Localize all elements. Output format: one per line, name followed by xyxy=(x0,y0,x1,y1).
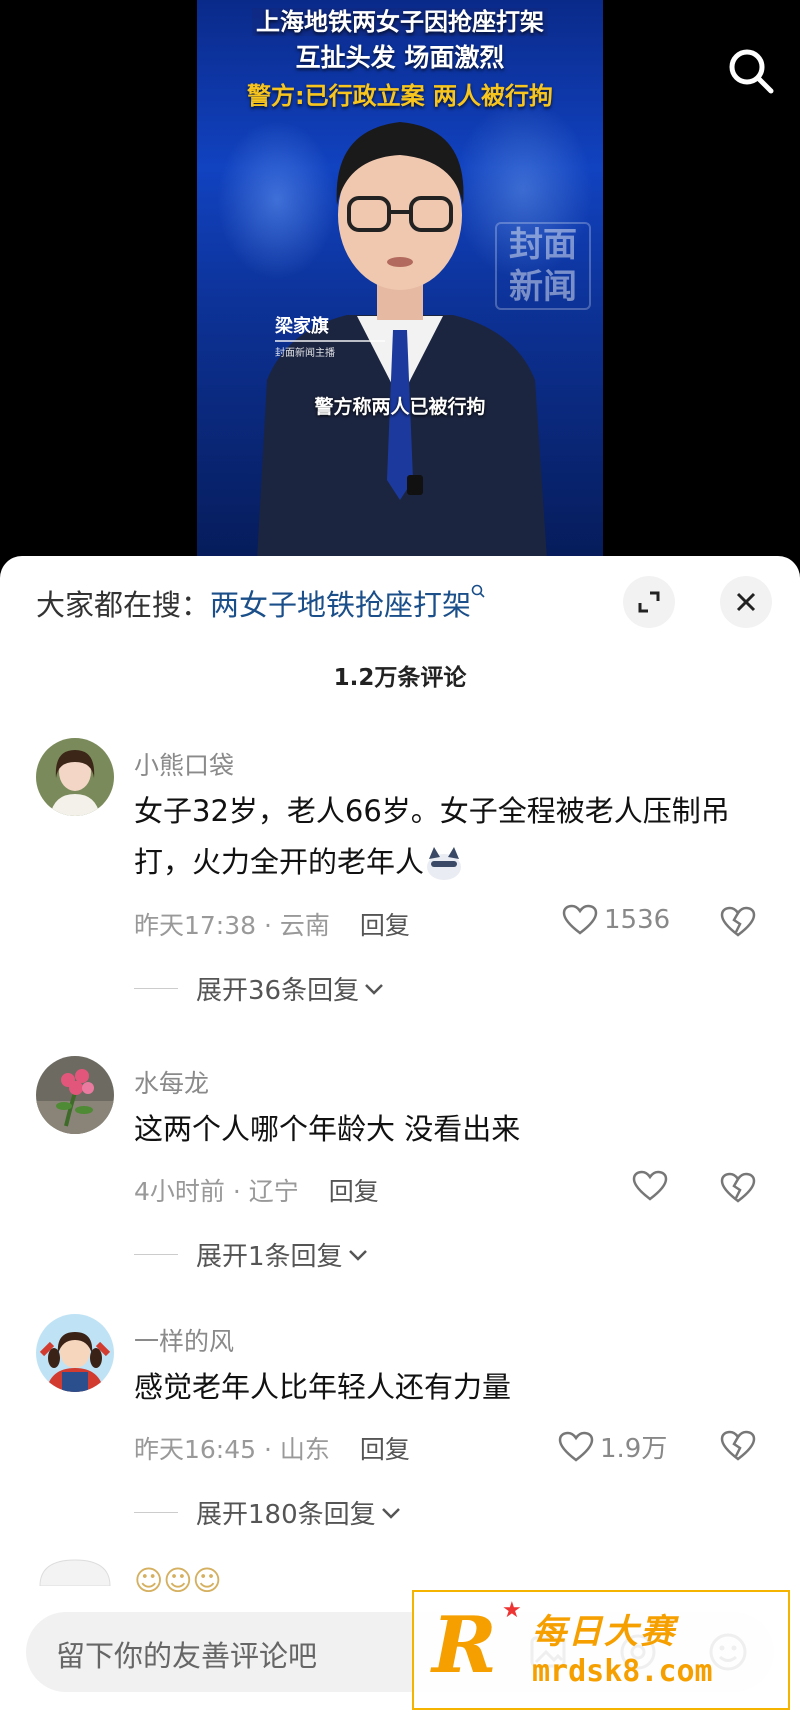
comment-meta: 昨天17:38 · 云南 回复 xyxy=(134,906,410,942)
like-count: 1.9万 xyxy=(600,1434,668,1464)
like-button[interactable]: 1.9万 xyxy=(558,1428,667,1465)
comment-time: 昨天17:38 · 云南 xyxy=(134,911,330,940)
username[interactable]: 小熊口袋 xyxy=(134,746,234,782)
anchor-name-card: 梁家旗 封面新闻主播 xyxy=(275,312,385,359)
like-button[interactable] xyxy=(632,1170,674,1202)
brand-url: mrdsk8.com xyxy=(532,1654,713,1689)
anchor-name: 梁家旗 xyxy=(275,316,329,337)
expand-replies[interactable]: 展开1条回复 xyxy=(134,1236,369,1273)
username[interactable]: 一样的风 xyxy=(134,1322,234,1358)
expand-icon xyxy=(638,591,660,613)
brand-logo: R xyxy=(432,1600,497,1691)
heart-icon xyxy=(632,1170,668,1201)
comment-time: 昨天16:45 · 山东 xyxy=(134,1435,330,1464)
avatar[interactable] xyxy=(36,1314,114,1392)
avatar-partial xyxy=(39,1559,111,1586)
avatar[interactable] xyxy=(36,738,114,816)
heart-icon xyxy=(558,1431,594,1462)
chevron-down-icon xyxy=(381,1507,400,1519)
username[interactable]: 水每龙 xyxy=(134,1064,209,1100)
video-frame: 上海地铁两女子因抢座打架 互扯头发 场面激烈 警方:已行政立案 两人被行拘 封面… xyxy=(197,0,603,560)
hot-search-link[interactable]: 大家都在搜：两女子地铁抢座打架 xyxy=(36,582,485,624)
reply-button[interactable]: 回复 xyxy=(329,1177,379,1206)
chevron-down-icon xyxy=(348,1249,367,1261)
comment-text: 这两个人哪个年龄大 没看出来 xyxy=(134,1112,521,1146)
video-subtitle: 警方称两人已被行拘 xyxy=(314,396,486,418)
brand-name: 每日大赛 xyxy=(532,1612,676,1652)
comment-text: 感觉老年人比年轻人还有力量 xyxy=(134,1370,512,1404)
reply-button[interactable]: 回复 xyxy=(360,911,410,940)
video-player[interactable]: 上海地铁两女子因抢座打架 互扯头发 场面激烈 警方:已行政立案 两人被行拘 封面… xyxy=(0,0,800,560)
like-count: 1536 xyxy=(604,905,671,935)
anchor-title: 封面新闻主播 xyxy=(275,348,335,359)
star-icon: ★ xyxy=(502,1598,522,1623)
dislike-icon[interactable] xyxy=(720,1172,756,1204)
chevron-down-icon xyxy=(365,983,383,995)
comment-count: 1.2万条评论 xyxy=(333,665,467,691)
reply-button[interactable]: 回复 xyxy=(360,1435,410,1464)
cat-emoji-icon xyxy=(427,847,462,880)
user-avatar-icon xyxy=(36,1056,114,1134)
comment-time: 4小时前 · 辽宁 xyxy=(134,1177,299,1206)
fullscreen-button[interactable] xyxy=(623,576,675,628)
close-button[interactable] xyxy=(720,576,772,628)
dislike-icon[interactable] xyxy=(720,906,756,938)
comment-text: 女子32岁，老人66岁。女子全程被老人压制吊打，火力全开的老年人 xyxy=(134,794,730,880)
news-anchor-figure xyxy=(257,122,547,560)
comment-meta: 4小时前 · 辽宁 回复 xyxy=(134,1172,379,1208)
dislike-icon[interactable] xyxy=(720,1430,756,1462)
like-button[interactable]: 1536 xyxy=(562,904,670,936)
emoji-partial-icon: ☺☺☺ xyxy=(134,1564,222,1597)
hot-search-prefix: 大家都在搜： xyxy=(36,588,211,622)
user-avatar-icon xyxy=(36,738,114,816)
watermark-ad-badge: R ★ 每日大赛 mrdsk8.com xyxy=(412,1590,790,1710)
comment-input-placeholder: 留下你的友善评论吧 xyxy=(56,1639,318,1673)
expand-replies[interactable]: 展开36条回复 xyxy=(134,970,385,1007)
user-avatar-icon xyxy=(36,1314,114,1392)
search-icon xyxy=(471,584,485,598)
avatar[interactable] xyxy=(36,1056,114,1134)
search-icon[interactable] xyxy=(725,45,777,97)
comment-meta: 昨天16:45 · 山东 回复 xyxy=(134,1430,410,1466)
heart-icon xyxy=(562,904,598,935)
close-icon xyxy=(736,592,756,612)
comment-panel: 大家都在搜：两女子地铁抢座打架 1.2万条评论 小熊口袋 女子32岁，老人66岁… xyxy=(0,556,800,1718)
hot-search-keyword[interactable]: 两女子地铁抢座打架 xyxy=(210,588,471,622)
expand-replies[interactable]: 展开180条回复 xyxy=(134,1494,402,1531)
